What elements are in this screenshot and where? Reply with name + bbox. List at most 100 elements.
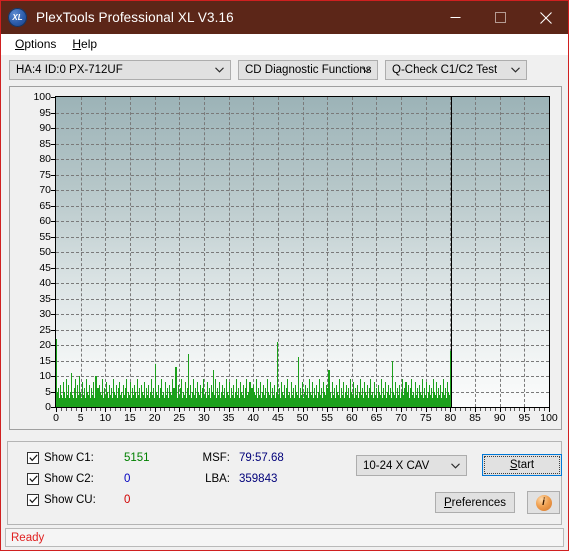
speed-select-value: 10-24 X CAV <box>363 459 430 472</box>
y-axis-tick-label: 15 <box>39 354 51 367</box>
y-axis-tick-label: 100 <box>33 91 51 103</box>
function-select[interactable]: CD Diagnostic Functions <box>238 59 378 80</box>
x-axis-tick <box>258 408 260 411</box>
show-cu-label: Show CU: <box>44 494 96 506</box>
start-button[interactable]: Start <box>482 454 562 476</box>
x-axis-tick <box>445 408 447 411</box>
x-axis-tick-label: 10 <box>99 412 112 424</box>
preferences-button[interactable]: Preferences <box>435 492 515 513</box>
x-axis-tick <box>430 408 432 411</box>
x-axis-tick <box>174 408 176 411</box>
x-axis-tick <box>544 408 546 411</box>
x-axis-tick <box>489 408 491 411</box>
maximize-icon[interactable] <box>478 1 523 34</box>
info-icon: i <box>535 494 552 511</box>
x-axis-tick <box>396 408 398 411</box>
x-axis-tick-label: 55 <box>321 412 333 424</box>
x-axis-tick <box>435 408 437 411</box>
x-axis-tick <box>410 408 412 411</box>
y-axis-tick-label: 10 <box>39 370 51 382</box>
y-axis-tick-label: 50 <box>39 246 51 258</box>
x-axis-tick <box>509 408 511 411</box>
x-axis-tick <box>406 408 408 411</box>
checkbox-show-cu[interactable] <box>27 494 39 506</box>
show-c1-row[interactable]: Show C1: 5151 <box>27 452 150 464</box>
x-axis-tick <box>381 408 383 411</box>
x-axis-tick-label: 45 <box>272 412 284 424</box>
app-logo-icon: XL <box>8 8 27 27</box>
chart-panel: 0 5 10 15 20 25 30 35 40 45 50 55 60 65 70 75 80 85 90 95 10… <box>1 84 568 437</box>
x-axis-tick <box>514 408 516 411</box>
x-axis-tick <box>312 408 314 411</box>
x-axis-tick <box>189 408 191 411</box>
x-axis-tick <box>386 408 388 411</box>
chart-bars-c1 <box>56 97 549 407</box>
info-icon-text: i <box>542 497 545 508</box>
info-button[interactable]: i <box>527 491 560 514</box>
status-text: Ready <box>11 531 45 544</box>
y-axis-tick-label: 30 <box>39 308 51 320</box>
x-axis-tick <box>243 408 245 411</box>
function-select-value: CD Diagnostic Functions <box>245 63 372 76</box>
x-axis-tick <box>504 408 506 411</box>
drive-select[interactable]: HA:4 ID:0 PX-712UF <box>9 59 231 80</box>
x-axis-tick <box>120 408 122 411</box>
menu-bar: Options Help <box>1 34 568 55</box>
checkbox-show-c2[interactable] <box>27 473 39 485</box>
close-icon[interactable] <box>523 1 568 34</box>
chart-frame: 0 5 10 15 20 25 30 35 40 45 50 55 60 65 70 75 80 85 90 95 10… <box>9 86 562 430</box>
test-select[interactable]: Q-Check C1/C2 Test <box>385 59 527 80</box>
x-axis-tick <box>110 408 112 411</box>
x-axis-tick <box>287 408 289 411</box>
x-axis-tick <box>356 408 358 411</box>
menu-item-help[interactable]: Help <box>64 34 105 55</box>
x-axis-tick <box>484 408 486 411</box>
x-axis-tick <box>391 408 393 411</box>
x-axis-tick-label: 65 <box>370 412 383 424</box>
chart-baseline-fill <box>56 400 451 407</box>
x-axis-tick <box>233 408 235 411</box>
speed-select[interactable]: 10-24 X CAV <box>356 455 467 476</box>
results-panel: Show C1: 5151 Show C2: 0 Show CU: 0 MSF:… <box>7 441 562 525</box>
x-axis-tick <box>332 408 334 411</box>
x-axis-tick-label: 5 <box>77 412 84 424</box>
y-axis-tick-label: 20 <box>39 339 51 351</box>
show-c2-row[interactable]: Show C2: 0 <box>27 473 130 485</box>
x-axis-tick <box>470 408 472 411</box>
minimize-icon[interactable] <box>433 1 478 34</box>
start-button-label: Start <box>484 456 560 474</box>
x-axis-tick <box>455 408 457 411</box>
x-axis-tick <box>70 408 72 411</box>
x-axis-tick-label: 20 <box>148 412 161 424</box>
x-axis-tick <box>440 408 442 411</box>
x-axis-tick-label: 70 <box>395 412 407 424</box>
x-axis-tick <box>208 408 210 411</box>
cu-value: 0 <box>124 494 131 506</box>
x-axis-tick <box>337 408 338 411</box>
x-axis-tick <box>341 408 343 411</box>
x-axis-tick <box>479 408 481 411</box>
menu-item-options[interactable]: Options <box>7 34 64 55</box>
x-axis-tick-label: 100 <box>540 412 558 424</box>
x-axis-tick <box>361 408 363 411</box>
chevron-down-icon <box>215 61 224 79</box>
x-axis-tick <box>85 408 87 411</box>
x-axis-tick-label: 60 <box>345 412 358 424</box>
x-axis-labels: 0 5 10 15 20 25 30 35 40 45 50 55 60 65 70 75 80 85 90 95 10… <box>53 412 558 428</box>
x-axis-tick <box>213 408 215 411</box>
checkbox-show-c1[interactable] <box>27 452 39 464</box>
c2-value: 0 <box>124 473 131 485</box>
y-axis-tick-label: 90 <box>39 122 51 134</box>
x-axis-tick <box>297 408 299 411</box>
x-axis-tick <box>317 408 319 411</box>
x-axis-tick <box>415 408 417 411</box>
y-axis-tick-label: 80 <box>39 153 51 165</box>
x-axis-tick <box>238 408 240 411</box>
x-axis-tick <box>534 408 536 411</box>
x-axis-tick <box>198 408 200 411</box>
x-axis-tick <box>90 408 92 411</box>
show-cu-row[interactable]: Show CU: 0 <box>27 494 130 506</box>
x-axis-tick <box>95 408 97 411</box>
chevron-down-icon <box>511 61 520 79</box>
x-axis-tick <box>100 408 102 411</box>
